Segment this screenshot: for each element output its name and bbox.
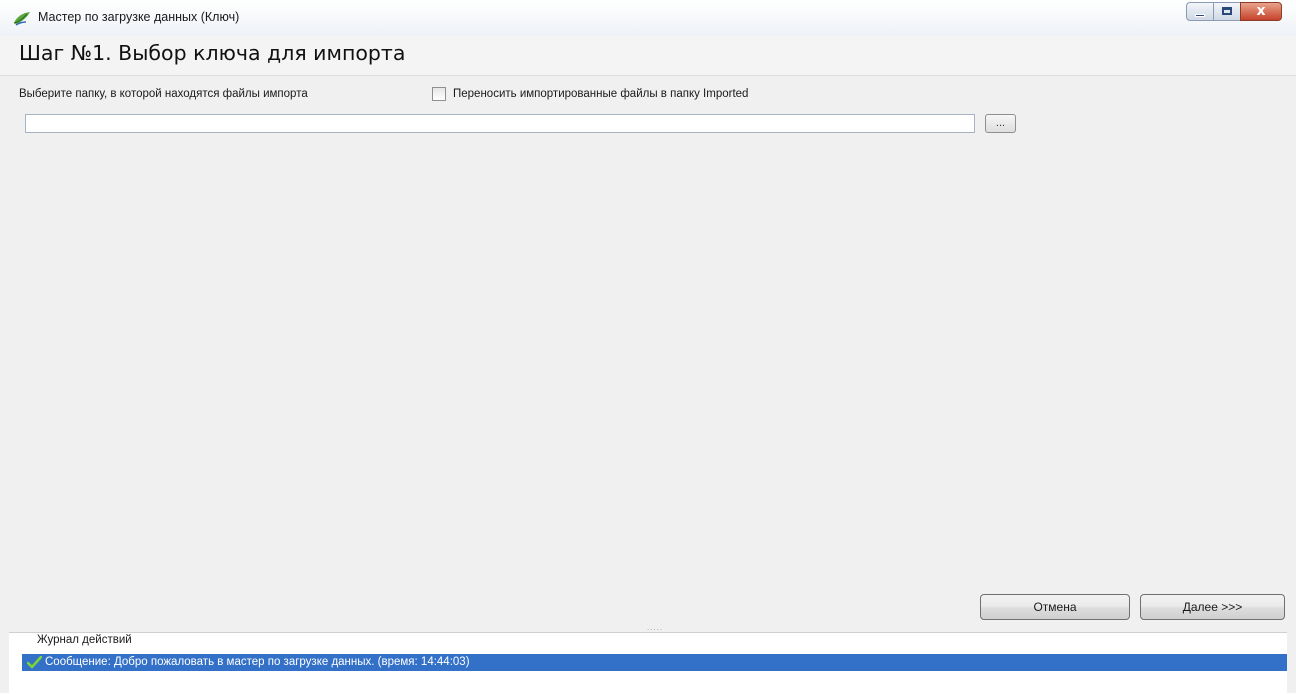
splitter-handle[interactable]: ..... — [9, 622, 1287, 632]
folder-path-input[interactable] — [25, 114, 975, 133]
maximize-button[interactable] — [1213, 2, 1241, 21]
browse-button[interactable]: ... — [985, 114, 1016, 133]
next-button[interactable]: Далее >>> — [1140, 594, 1285, 620]
content-panel: Выберите папку, в которой находятся файл… — [9, 76, 1287, 588]
move-files-checkbox[interactable] — [432, 87, 446, 101]
cancel-button[interactable]: Отмена — [980, 594, 1130, 620]
title-bar[interactable]: Мастер по загрузке данных (Ключ) x — [0, 0, 1296, 37]
folder-label: Выберите папку, в которой находятся файл… — [19, 88, 308, 100]
wizard-buttons: Отмена Далее >>> — [9, 588, 1287, 622]
window-controls: x — [1186, 2, 1282, 21]
window-title: Мастер по загрузке данных (Ключ) — [38, 10, 240, 24]
log-entry-text: Сообщение: Добро пожаловать в мастер по … — [45, 656, 470, 668]
wizard-window: Мастер по загрузке данных (Ключ) x Шаг №… — [0, 0, 1296, 694]
log-entry[interactable]: Сообщение: Добро пожаловать в мастер по … — [22, 654, 1287, 671]
step-header: Шаг №1. Выбор ключа для импорта — [0, 36, 1296, 76]
close-button[interactable]: x — [1240, 2, 1282, 21]
close-icon: x — [1256, 3, 1266, 19]
step-title: Шаг №1. Выбор ключа для импорта — [19, 41, 406, 65]
action-log-panel: Журнал действий Сообщение: Добро пожалов… — [9, 632, 1287, 694]
app-leaf-icon — [13, 12, 30, 26]
move-files-checkbox-label[interactable]: Переносить импортированные файлы в папку… — [453, 88, 748, 100]
minimize-button[interactable] — [1186, 2, 1214, 21]
check-icon — [27, 656, 42, 669]
grip-icon: ..... — [647, 623, 664, 632]
log-title: Журнал действий — [37, 634, 132, 646]
